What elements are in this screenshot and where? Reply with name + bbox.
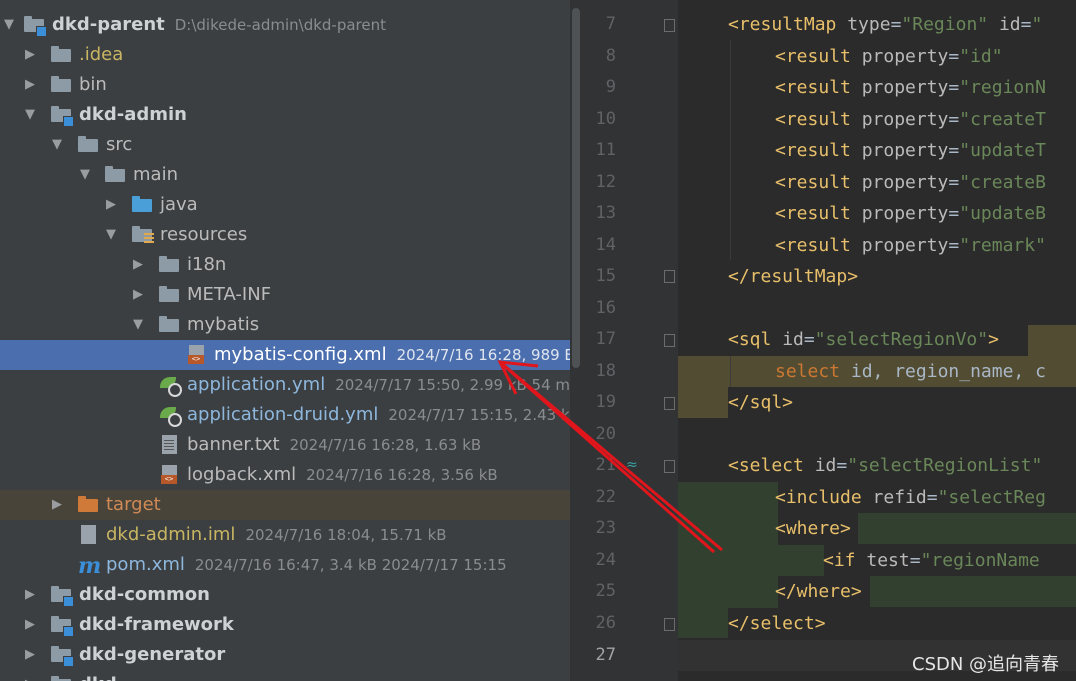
annotation-arrow [497,360,723,554]
watermark: CSDN @追向青春 [912,654,1060,675]
